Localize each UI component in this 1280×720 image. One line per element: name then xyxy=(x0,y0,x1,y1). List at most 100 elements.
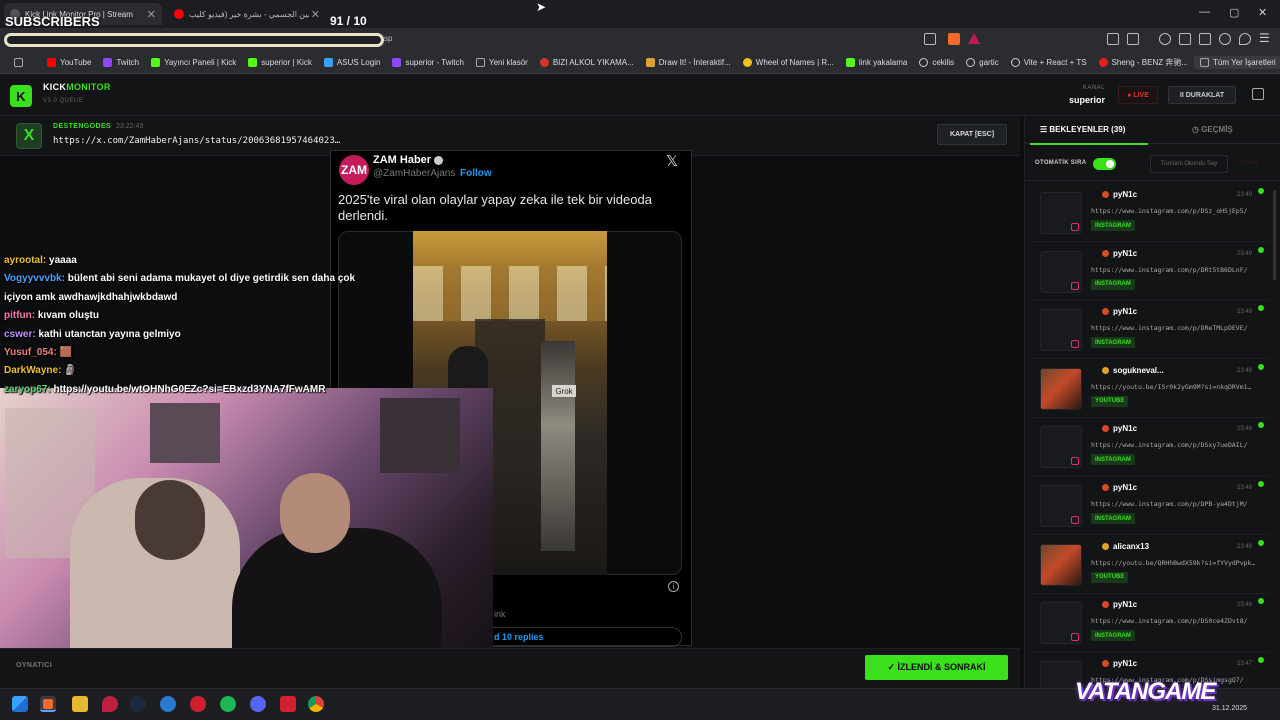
bookmark-folder[interactable]: Yeni klasör xyxy=(470,58,534,67)
windows-start-icon[interactable] xyxy=(12,696,28,712)
close-button[interactable]: KAPAT [ESC] xyxy=(937,124,1007,145)
chrome-icon[interactable] xyxy=(308,696,324,712)
riot-client-icon[interactable] xyxy=(102,696,118,712)
thumbnail xyxy=(1040,250,1082,293)
queue-item-url[interactable]: https://www.instagram.com/p/DRt5tB6DLnF/ xyxy=(1091,266,1248,274)
bookmark-item[interactable]: ASUS Login xyxy=(318,58,387,67)
edit-icon[interactable] xyxy=(1252,88,1264,100)
globe-icon xyxy=(919,58,929,67)
folder-icon xyxy=(1200,58,1210,67)
tab-youtube-video[interactable]: حسين الجسمي - بشرة خير (فيديو كليب... ✕ xyxy=(168,3,326,25)
queue-item-url[interactable]: https://www.instagram.com/p/DSxy7ueDAIL/ xyxy=(1091,441,1248,449)
screenshot-icon[interactable] xyxy=(1127,33,1139,45)
bookmark-item[interactable]: BIZI ALKOL YIKAMA... xyxy=(534,58,640,67)
queue-item[interactable]: pyN1c 23:48 https://www.instagram.com/p/DP… xyxy=(1032,479,1270,535)
auto-queue-toggle[interactable] xyxy=(1093,158,1116,170)
close-icon[interactable]: ✕ xyxy=(147,8,156,21)
user-badge-icon xyxy=(1102,659,1109,667)
bookmark-item[interactable]: Sheng - BENZ 奔驰... xyxy=(1093,57,1194,68)
bookmark-item[interactable]: superior - Twitch xyxy=(386,58,470,67)
video-badge: Grok xyxy=(552,385,576,397)
follow-button[interactable]: Follow xyxy=(460,168,492,179)
chat-message: pitfun: kıvam oluştu xyxy=(4,310,99,322)
subscribers-overlay: SUBSCRIBERS xyxy=(5,14,100,29)
x-twitter-icon: X xyxy=(16,123,42,149)
info-icon[interactable]: i xyxy=(668,581,679,592)
bookmark-item[interactable]: Wheel of Names | R... xyxy=(737,58,840,67)
watched-next-button[interactable]: ✓ İZLENDİ & SONRAKİ xyxy=(865,655,1008,680)
bookmark-item[interactable]: Yayıncı Paneli | Kick xyxy=(145,58,242,67)
queue-item-url[interactable]: https://youtu.be/QRHhBwdX59k?si=fYVydPvp… xyxy=(1091,559,1255,567)
scrollbar[interactable] xyxy=(1273,190,1276,280)
bookmark-item[interactable]: gartic xyxy=(960,58,1005,67)
bookmark-favicon-icon xyxy=(103,58,113,67)
file-explorer-icon[interactable] xyxy=(72,696,88,712)
copy-link-button[interactable]: ink xyxy=(494,609,506,619)
bookmark-favicon-icon xyxy=(645,58,655,67)
discord-icon[interactable] xyxy=(250,696,266,712)
clear-button[interactable]: Temizle xyxy=(1238,160,1258,166)
app-icon[interactable] xyxy=(160,696,176,712)
leo-ai-icon[interactable] xyxy=(1219,33,1231,45)
user-badge-icon xyxy=(1102,308,1109,316)
mark-all-read-button[interactable]: Tümünü Okundu Say xyxy=(1150,155,1228,173)
wallet-icon[interactable] xyxy=(1199,33,1211,45)
queue-item[interactable]: pyN1c 23:49 https://www.instagram.com/p/DS… xyxy=(1032,186,1270,242)
url-text: sp xyxy=(384,34,393,43)
queue-item-url[interactable]: https://www.instagram.com/p/DS0ce4ZDvt8/ xyxy=(1091,617,1248,625)
close-icon[interactable]: ✕ xyxy=(311,8,320,21)
maximize-button[interactable]: ▢ xyxy=(1229,6,1239,19)
sidebar-icon[interactable] xyxy=(1179,33,1191,45)
menu-icon[interactable]: ☰ xyxy=(1259,31,1270,45)
queue-item-url[interactable]: https://www.instagram.com/p/DSz_oH5jEp5/ xyxy=(1091,207,1248,215)
minimize-button[interactable]: — xyxy=(1199,6,1210,18)
queue-item[interactable]: pyN1c 23:48 https://www.instagram.com/p/DS… xyxy=(1032,420,1270,477)
bookmark-item[interactable]: link yakalama xyxy=(840,58,913,67)
bookmark-item[interactable]: cekilis xyxy=(913,58,960,67)
app-icon[interactable] xyxy=(280,696,296,712)
queue-item-url[interactable]: https://www.instagram.com/p/DReTMLpDEVE/ xyxy=(1091,324,1248,332)
chat-message: cswer: kathi utanctan yayına gelmiyo xyxy=(4,328,181,340)
queue-item[interactable]: pyN1c 23:49 https://www.instagram.com/p/DR… xyxy=(1032,303,1270,360)
tab-waiting[interactable]: ☰ BEKLEYENLER (39) xyxy=(1040,125,1125,134)
tab-history[interactable]: ◷ GEÇMİŞ xyxy=(1192,125,1233,134)
queue-item-url[interactable]: https://youtu.be/ISr0k2yGm9M?si=nkqDRVm1… xyxy=(1091,383,1251,391)
bookmark-item[interactable]: YouTube xyxy=(41,58,97,67)
url-input[interactable] xyxy=(4,33,384,47)
apps-grid-icon[interactable] xyxy=(8,58,41,67)
bookmark-item[interactable]: Draw It! - İnteraktif... xyxy=(640,58,737,67)
queue-item[interactable]: pyN1c 23:48 https://www.instagram.com/p/DS… xyxy=(1032,596,1270,653)
queue-item-url[interactable]: https://www.instagram.com/p/DPB-ya4DtjM/ xyxy=(1091,500,1248,508)
folder-icon xyxy=(475,58,485,67)
brave-browser-icon[interactable] xyxy=(40,696,56,712)
queue-item[interactable]: pyN1c 23:49 https://www.instagram.com/p/DR… xyxy=(1032,245,1270,301)
bookmark-item[interactable]: superior | Kick xyxy=(242,58,318,67)
close-window-button[interactable]: ✕ xyxy=(1258,6,1267,19)
tweet-author-name[interactable]: ZAM Haber xyxy=(373,154,444,166)
all-bookmarks-button[interactable]: Tüm Yer İşaretleri xyxy=(1194,56,1280,69)
steam-icon[interactable] xyxy=(130,696,146,712)
avatar[interactable]: ZAM xyxy=(339,155,369,185)
brave-shield-icon[interactable] xyxy=(948,33,960,45)
media-icon[interactable] xyxy=(1159,33,1171,45)
queue-item[interactable]: alicanx13 23:48 https://youtu.be/QRHhBwdX5… xyxy=(1032,538,1270,594)
vpn-icon[interactable] xyxy=(1239,33,1251,45)
spotify-icon[interactable] xyxy=(220,696,236,712)
queue-item-user: pyN1c xyxy=(1102,483,1137,492)
share-icon[interactable] xyxy=(924,33,936,45)
pause-button[interactable]: II DURAKLAT xyxy=(1168,86,1236,104)
app-icon[interactable] xyxy=(190,696,206,712)
bookmark-favicon-icon xyxy=(845,58,855,67)
x-logo-icon[interactable]: 𝕏 xyxy=(666,152,678,170)
queue-item-user: pyN1c xyxy=(1102,249,1137,258)
current-link-url[interactable]: https://x.com/ZamHaberAjans/status/20063… xyxy=(53,136,340,146)
queue-item[interactable]: sogukneval... 23:48 https://youtu.be/ISr0k… xyxy=(1032,362,1270,418)
thumbnail xyxy=(1040,602,1082,645)
bookmark-item[interactable]: Twitch xyxy=(97,58,145,67)
platform-tag: YOUTUBE xyxy=(1091,395,1129,407)
extensions-icon[interactable] xyxy=(1107,33,1119,45)
instagram-icon xyxy=(1071,633,1079,642)
bookmark-item[interactable]: Vite + React + TS xyxy=(1005,58,1093,67)
brave-rewards-icon[interactable] xyxy=(968,33,980,44)
queue-item-user: pyN1c xyxy=(1102,600,1137,609)
